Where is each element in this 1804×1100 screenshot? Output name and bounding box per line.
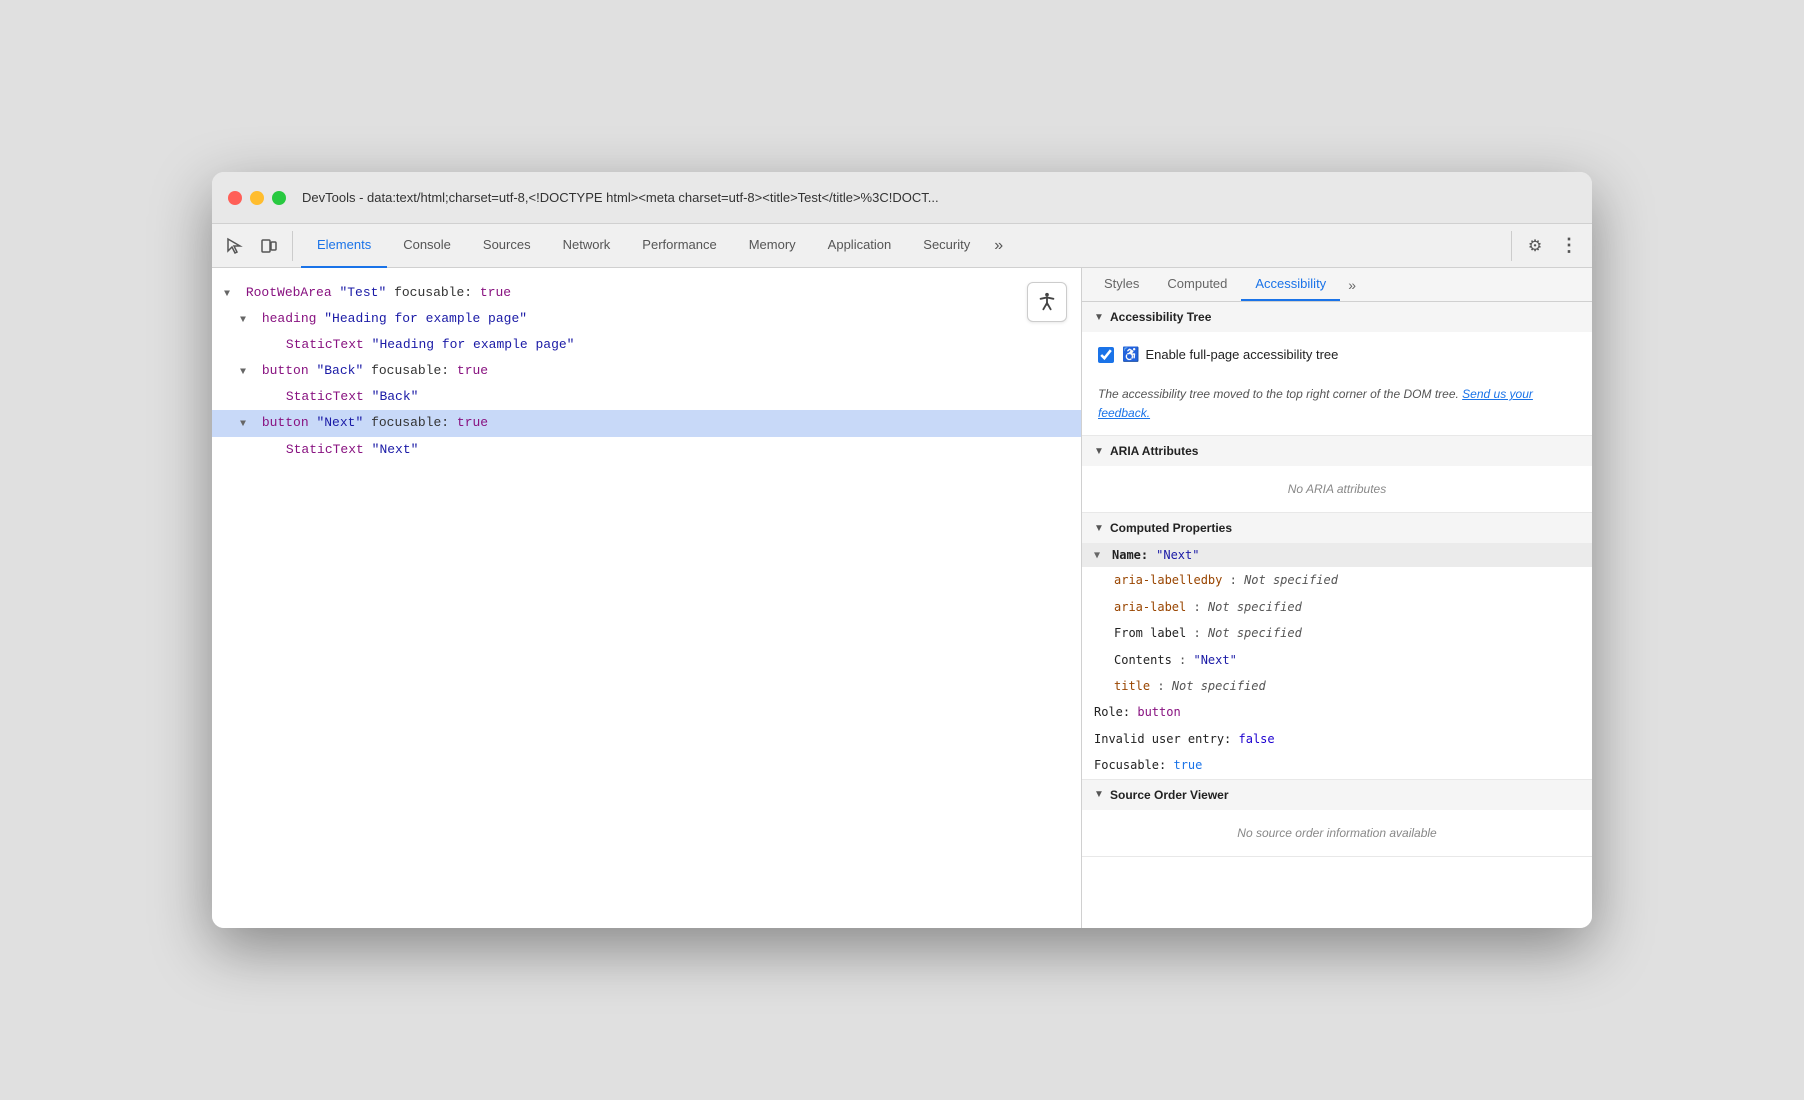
computed-properties-section: Computed Properties Name: "Next" aria-la…	[1082, 513, 1592, 779]
tab-elements[interactable]: Elements	[301, 224, 387, 268]
panel-more-tabs-button[interactable]: »	[1340, 269, 1364, 301]
dom-panel[interactable]: RootWebArea "Test" focusable: true headi…	[212, 268, 1082, 928]
panel-tab-styles[interactable]: Styles	[1090, 268, 1153, 301]
accessibility-info-text: The accessibility tree moved to the top …	[1082, 377, 1592, 435]
tree-node-statictext-next[interactable]: StaticText "Next"	[212, 437, 1081, 463]
enable-full-page-checkbox-row: ♿ Enable full-page accessibility tree	[1098, 340, 1576, 369]
prop-aria-label: aria-label : Not specified	[1082, 594, 1592, 620]
expand-source-order-icon	[1094, 789, 1106, 800]
prop-focusable: Focusable: true	[1082, 752, 1592, 778]
expand-icon	[224, 286, 236, 303]
device-toggle-button[interactable]	[254, 231, 284, 261]
accessibility-icon-button[interactable]	[1027, 282, 1067, 322]
accessibility-tree-content: ♿ Enable full-page accessibility tree	[1082, 332, 1592, 377]
panel-tab-computed[interactable]: Computed	[1153, 268, 1241, 301]
prop-role: Role: button	[1082, 699, 1592, 725]
expand-computed-icon	[1094, 523, 1106, 534]
accessibility-tree-section: Accessibility Tree ♿ Enable full-page ac…	[1082, 302, 1592, 436]
tab-console[interactable]: Console	[387, 224, 467, 268]
titlebar: DevTools - data:text/html;charset=utf-8,…	[212, 172, 1592, 224]
tab-application[interactable]: Application	[812, 224, 908, 268]
tree-node-statictext-heading[interactable]: StaticText "Heading for example page"	[212, 332, 1081, 358]
tree-node-heading[interactable]: heading "Heading for example page"	[212, 306, 1081, 332]
accessibility-panel: Styles Computed Accessibility » Accessib…	[1082, 268, 1592, 928]
minimize-button[interactable]	[250, 191, 264, 205]
expand-aria-icon	[1094, 446, 1106, 457]
toolbar: Elements Console Sources Network Perform…	[212, 224, 1592, 268]
toolbar-right: ⚙ ⋮	[1511, 231, 1584, 261]
prop-title: title : Not specified	[1082, 673, 1592, 699]
prop-aria-labelledby: aria-labelledby : Not specified	[1082, 567, 1592, 593]
expand-accessibility-tree-icon	[1094, 312, 1106, 323]
expand-icon	[240, 364, 252, 381]
panel-tabs: Styles Computed Accessibility »	[1082, 268, 1592, 302]
tab-sources[interactable]: Sources	[467, 224, 547, 268]
tab-memory[interactable]: Memory	[733, 224, 812, 268]
accessibility-tree-header[interactable]: Accessibility Tree	[1082, 302, 1592, 332]
tree-node-button-back[interactable]: button "Back" focusable: true	[212, 358, 1081, 384]
prop-invalid: Invalid user entry: false	[1082, 726, 1592, 752]
no-aria-attributes-text: No ARIA attributes	[1098, 474, 1576, 504]
main-content: RootWebArea "Test" focusable: true headi…	[212, 268, 1592, 928]
inspect-element-button[interactable]	[220, 231, 250, 261]
source-order-content: No source order information available	[1082, 810, 1592, 856]
tab-network[interactable]: Network	[547, 224, 627, 268]
aria-attributes-header[interactable]: ARIA Attributes	[1082, 436, 1592, 466]
tab-security[interactable]: Security	[907, 224, 986, 268]
computed-properties-header[interactable]: Computed Properties	[1082, 513, 1592, 543]
menu-button[interactable]: ⋮	[1554, 231, 1584, 261]
enable-full-page-checkbox[interactable]	[1098, 347, 1114, 363]
close-button[interactable]	[228, 191, 242, 205]
tab-performance[interactable]: Performance	[626, 224, 732, 268]
main-tabs: Elements Console Sources Network Perform…	[301, 224, 1511, 267]
prop-contents: Contents : "Next"	[1082, 647, 1592, 673]
prop-from-label: From label : Not specified	[1082, 620, 1592, 646]
name-row-expand-icon	[1094, 550, 1106, 561]
toolbar-icons	[220, 231, 293, 261]
tree-node-rootwebarea[interactable]: RootWebArea "Test" focusable: true	[212, 280, 1081, 306]
traffic-lights	[228, 191, 286, 205]
name-row: Name: "Next"	[1082, 543, 1592, 567]
settings-button[interactable]: ⚙	[1520, 231, 1550, 261]
no-source-order-text: No source order information available	[1098, 818, 1576, 848]
more-tabs-button[interactable]: »	[986, 224, 1011, 268]
source-order-header[interactable]: Source Order Viewer	[1082, 780, 1592, 810]
panel-tab-accessibility[interactable]: Accessibility	[1241, 268, 1340, 301]
source-order-section: Source Order Viewer No source order info…	[1082, 780, 1592, 857]
expand-icon	[240, 312, 252, 329]
enable-full-page-label: ♿ Enable full-page accessibility tree	[1122, 346, 1338, 363]
accessibility-icon: ♿	[1122, 346, 1139, 363]
window-title: DevTools - data:text/html;charset=utf-8,…	[302, 190, 1576, 205]
aria-attributes-section: ARIA Attributes No ARIA attributes	[1082, 436, 1592, 513]
devtools-window: DevTools - data:text/html;charset=utf-8,…	[212, 172, 1592, 928]
maximize-button[interactable]	[272, 191, 286, 205]
tree-node-statictext-back[interactable]: StaticText "Back"	[212, 384, 1081, 410]
aria-attributes-content: No ARIA attributes	[1082, 466, 1592, 512]
tree-node-button-next[interactable]: button "Next" focusable: true	[212, 410, 1081, 436]
expand-icon	[240, 416, 252, 433]
